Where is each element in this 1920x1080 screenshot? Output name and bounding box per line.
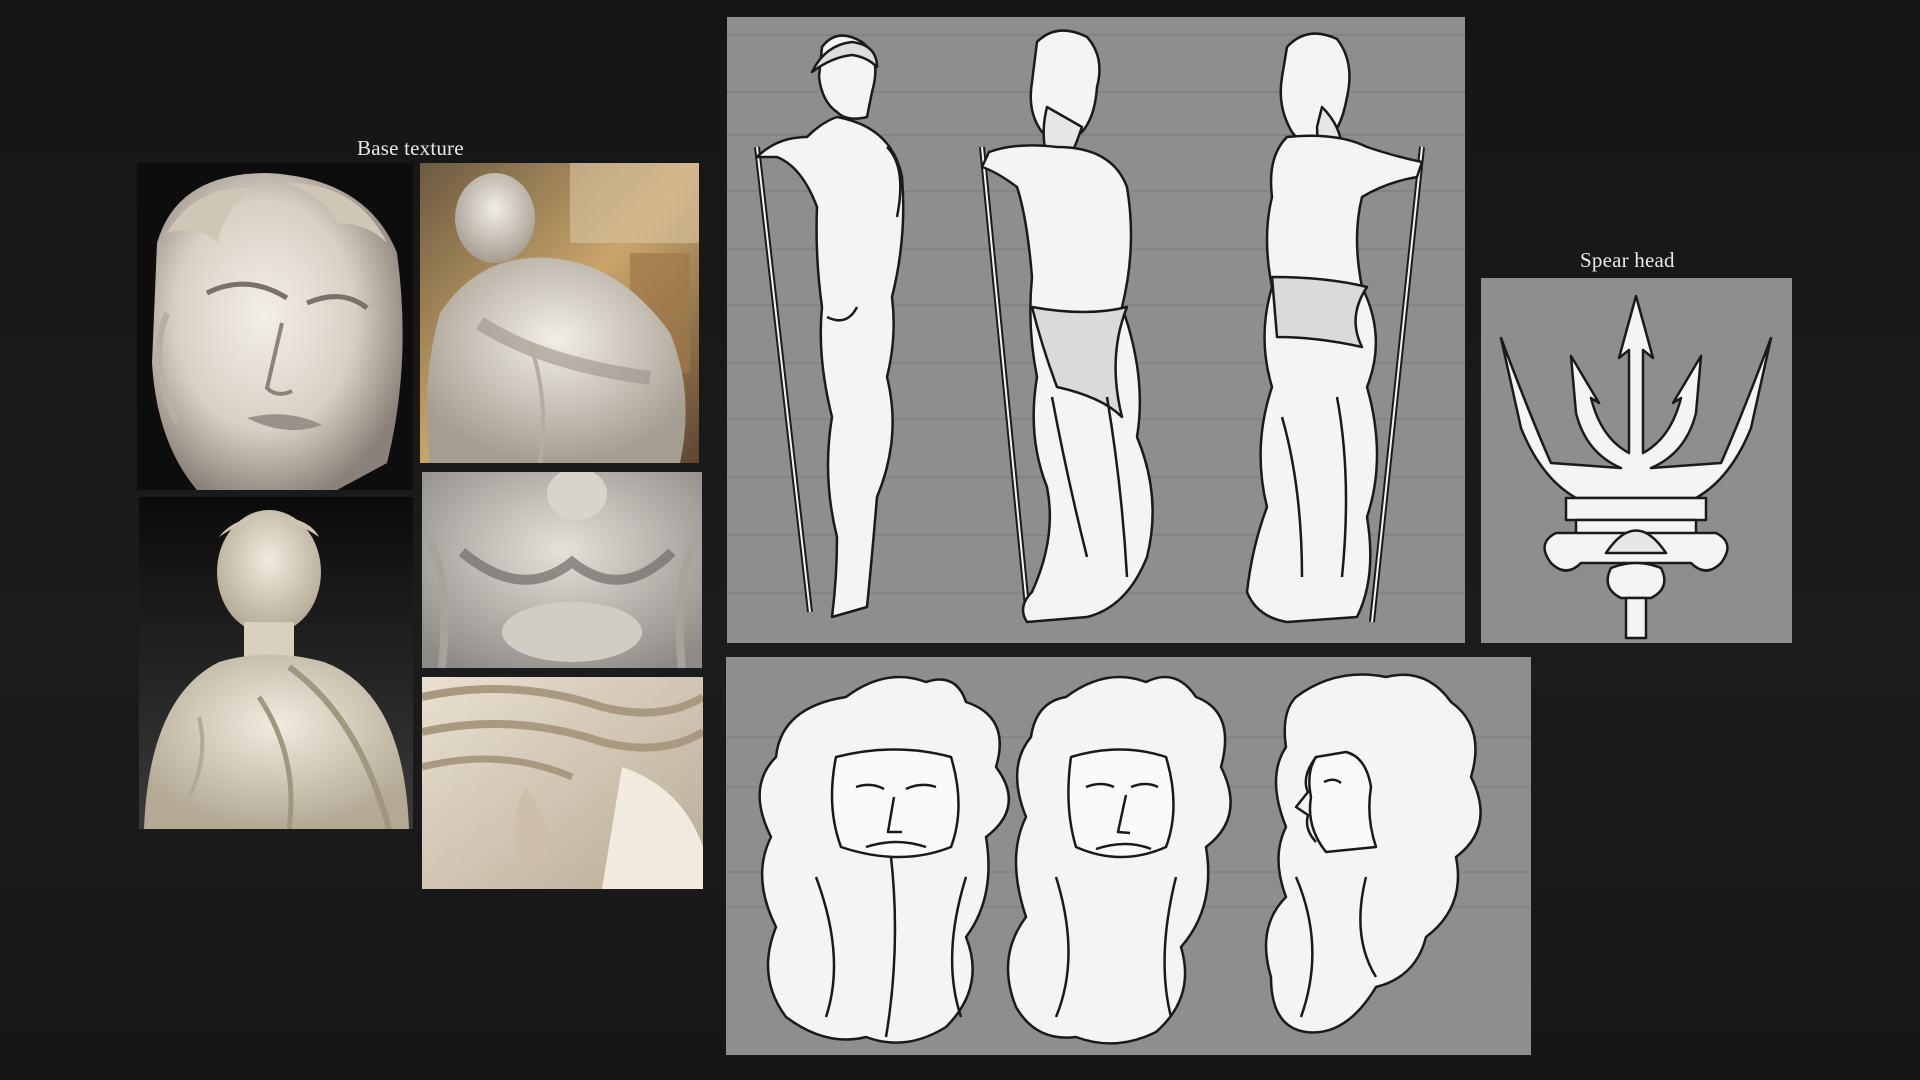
reference-photo-david-torso xyxy=(420,163,699,463)
reference-photo-david-face xyxy=(137,163,413,490)
head-front-view xyxy=(758,675,1011,1044)
trident-icon xyxy=(1499,294,1773,640)
figure-back-three-quarter-view xyxy=(1245,32,1425,624)
base-texture-label: Base texture xyxy=(357,136,464,160)
head-three-quarter-view xyxy=(1006,675,1232,1045)
body-turnaround-sheet xyxy=(727,17,1465,643)
head-turnaround-sheet xyxy=(726,657,1531,1055)
reference-photo-female-bust xyxy=(139,497,413,829)
reference-photo-hair-detail xyxy=(422,677,703,889)
reference-photo-drapery-detail xyxy=(422,472,702,668)
figure-side-view xyxy=(754,34,905,619)
spear-head-sheet xyxy=(1481,278,1792,643)
head-profile-view xyxy=(1264,673,1482,1034)
spear-head-label: Spear head xyxy=(1580,248,1675,272)
figure-three-quarter-view xyxy=(979,29,1154,624)
